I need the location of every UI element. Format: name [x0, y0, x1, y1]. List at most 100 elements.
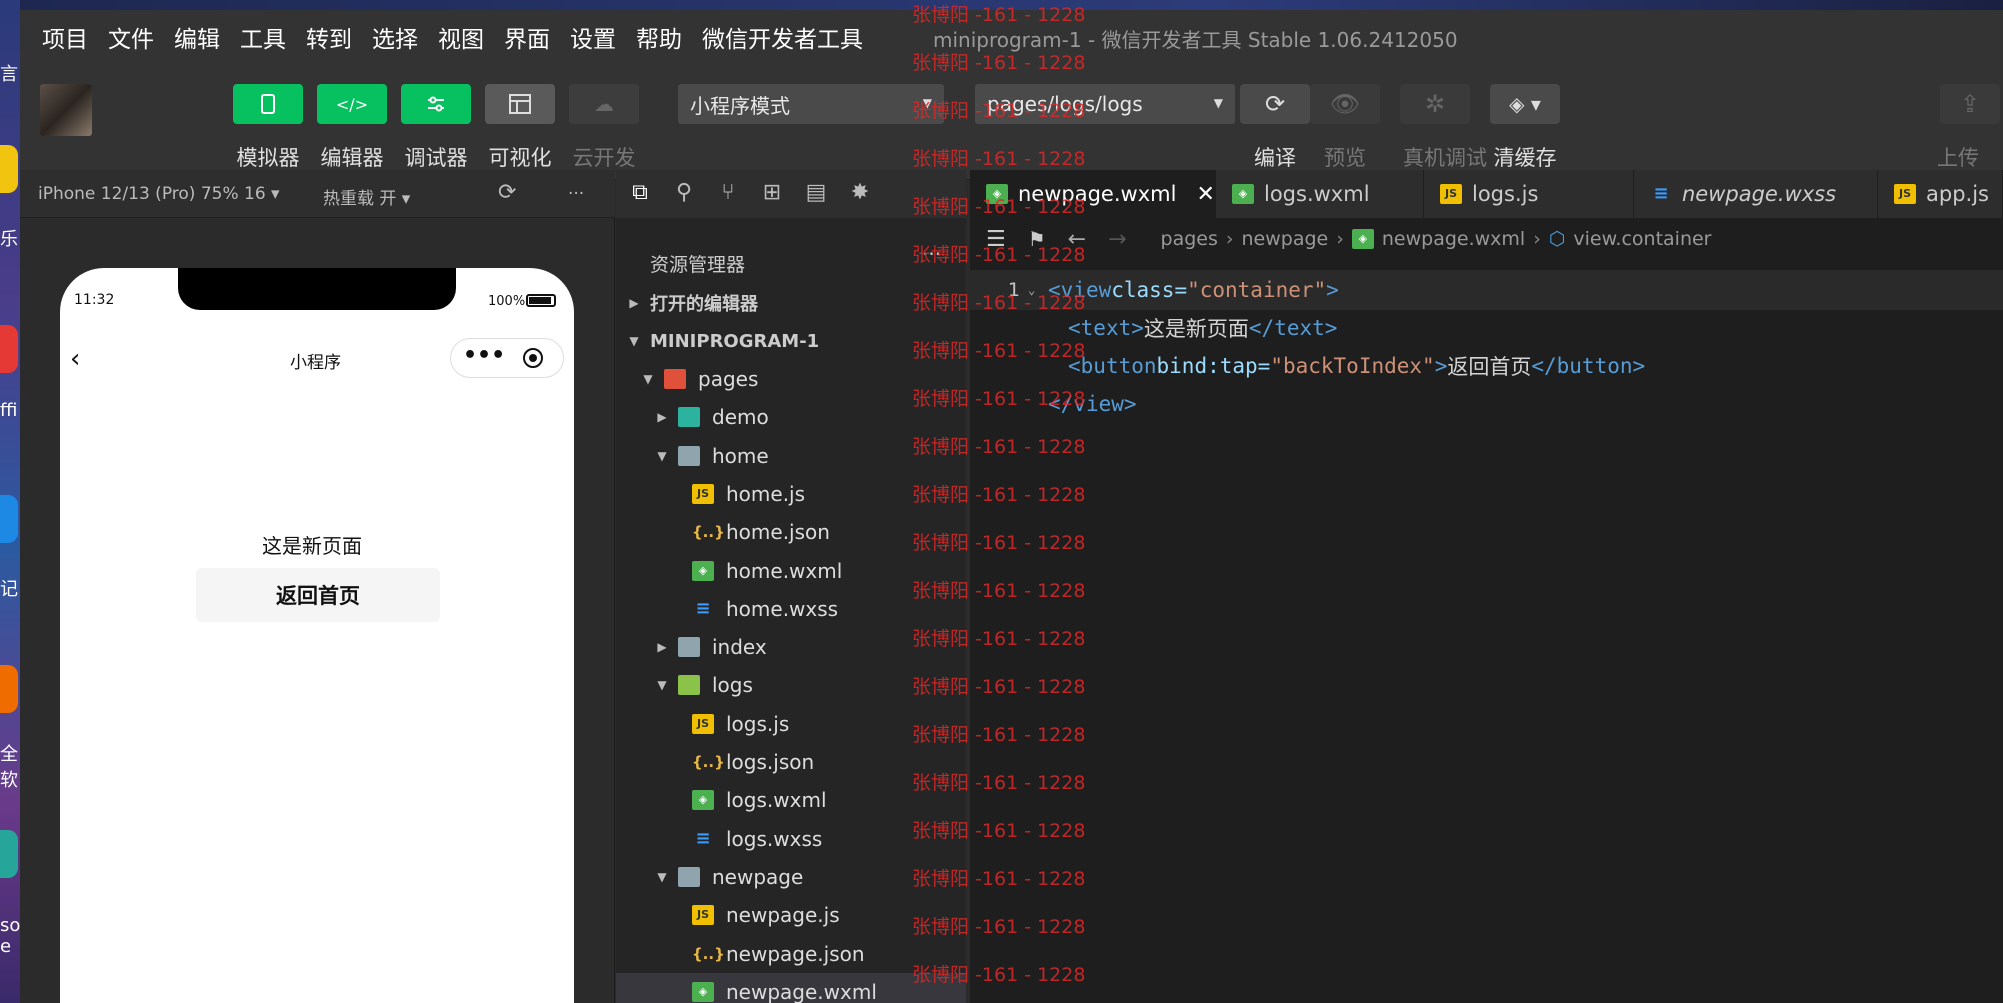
open-editors-section[interactable]: ▶ 打开的编辑器 — [616, 284, 966, 322]
tree-folder[interactable]: ▼ home — [616, 437, 966, 475]
tree-file[interactable]: ◈ newpage.wxml — [616, 972, 966, 1003]
tree-file[interactable]: {..} logs.json — [616, 743, 966, 781]
tree-folder[interactable]: ▼ newpage — [616, 858, 966, 896]
code-token: view — [1073, 392, 1124, 416]
tree-file[interactable]: ≡ logs.wxss — [616, 820, 966, 858]
bug-icon: ✲ — [1424, 90, 1446, 118]
tab-newpage-wxml[interactable]: ◈ newpage.wxml ✕ — [970, 170, 1216, 218]
tree-folder[interactable]: ▶ demo — [616, 398, 966, 436]
search-icon[interactable]: ⚲ — [670, 180, 698, 208]
tree-file[interactable]: ≡ home.wxss — [616, 590, 966, 628]
js-file-icon: JS — [1894, 184, 1916, 204]
menu-view[interactable]: 视图 — [438, 20, 484, 54]
tree-folder[interactable]: ▶ index — [616, 628, 966, 666]
simulator-pane: iPhone 12/13 (Pro) 75% 16 ▾ 热重载 开 ▾ ⟳ ··… — [20, 170, 615, 1003]
files-icon[interactable]: ⧉ — [626, 180, 654, 208]
real-device-debug-button[interactable]: ✲ — [1400, 84, 1470, 124]
tree-file[interactable]: {..} home.json — [616, 513, 966, 551]
desktop-app-icon[interactable] — [0, 145, 18, 193]
code-token: text — [1274, 316, 1325, 340]
chevron-right-icon: › — [1533, 228, 1541, 250]
code-line[interactable]: </view > — [970, 384, 2003, 424]
code-token: </ — [1048, 392, 1074, 416]
code-token: button — [1080, 354, 1157, 378]
code-line[interactable]: < text > 这是新页面 </text > — [970, 308, 2003, 348]
tab-label: newpage.wxml — [1018, 182, 1177, 206]
close-icon[interactable]: ✕ — [1196, 182, 1214, 207]
folder-icon — [664, 369, 686, 389]
section-label: 打开的编辑器 — [650, 294, 758, 315]
project-section[interactable]: ▼ MINIPROGRAM-1 — [616, 322, 966, 360]
source-control-icon[interactable]: ⑂ — [714, 180, 742, 208]
breadcrumb-item[interactable]: newpage.wxml — [1382, 228, 1525, 250]
cloud-dev-button[interactable]: ☁ — [569, 84, 639, 124]
tree-label: demo — [712, 405, 769, 430]
more-dots-icon[interactable]: ••• — [463, 343, 505, 368]
fold-chevron-icon[interactable]: ⌄ — [1028, 283, 1048, 297]
nav-forward-icon[interactable]: → — [1108, 227, 1126, 252]
menu-edit[interactable]: 编辑 — [174, 20, 220, 54]
explorer-more-button[interactable]: ··· — [922, 242, 941, 266]
menu-project[interactable]: 项目 — [42, 20, 88, 54]
menu-help[interactable]: 帮助 — [636, 20, 682, 54]
page-select[interactable]: pages/logs/logs ▼ — [975, 84, 1235, 124]
more-options-button[interactable]: ··· — [568, 184, 584, 204]
tab-app-js[interactable]: JS app.js — [1878, 170, 2003, 218]
capsule-menu[interactable]: ••• — [450, 338, 564, 378]
editor-toggle-button[interactable]: </> — [317, 84, 387, 124]
hot-reload-select[interactable]: 热重载 开 ▾ — [323, 184, 410, 209]
phone-icon — [261, 94, 275, 114]
code-line[interactable]: < button bind:tap= "backToIndex" > 返回首页 </but… — [970, 346, 2003, 386]
tab-logs-wxml[interactable]: ◈ logs.wxml — [1216, 170, 1424, 218]
folder-icon — [678, 637, 700, 658]
back-arrow-icon[interactable]: ‹ — [70, 344, 80, 374]
tree-file[interactable]: JS home.js — [616, 475, 966, 513]
tab-newpage-wxss[interactable]: ≡ newpage.wxss — [1634, 170, 1878, 218]
debugger-toggle-button[interactable] — [401, 84, 471, 124]
breadcrumb-item[interactable]: pages — [1161, 228, 1218, 250]
rotate-icon[interactable]: ⟳ — [498, 180, 516, 205]
close-miniprogram-icon[interactable] — [523, 348, 543, 368]
desktop-app-icon[interactable] — [0, 665, 18, 713]
upload-button[interactable]: ⇪ — [1940, 84, 2000, 124]
menu-tools[interactable]: 工具 — [240, 20, 286, 54]
tab-logs-js[interactable]: JS logs.js — [1424, 170, 1634, 218]
breadcrumb-item[interactable]: view.container — [1573, 228, 1711, 250]
preview-button[interactable]: 👁 — [1310, 84, 1380, 124]
bookmark-icon[interactable]: ⚑ — [1028, 227, 1046, 251]
tree-file[interactable]: {..} newpage.json — [616, 935, 966, 973]
outline-icon[interactable]: ☰ — [986, 227, 1006, 252]
clear-cache-button[interactable]: ◈ ▾ — [1490, 84, 1560, 124]
code-line[interactable]: 1 ⌄ < view class= "container" > — [970, 270, 2003, 310]
menu-devtools[interactable]: 微信开发者工具 — [702, 20, 863, 54]
menu-file[interactable]: 文件 — [108, 20, 154, 54]
breadcrumb-item[interactable]: newpage — [1242, 228, 1329, 250]
menu-settings[interactable]: 设置 — [570, 20, 616, 54]
tree-folder[interactable]: ▼ logs — [616, 666, 966, 704]
folder-icon — [678, 675, 700, 696]
menu-interface[interactable]: 界面 — [504, 20, 550, 54]
visual-toggle-button[interactable] — [485, 84, 555, 124]
device-select[interactable]: iPhone 12/13 (Pro) 75% 16 ▾ — [38, 184, 280, 204]
back-to-index-button[interactable]: 返回首页 — [196, 568, 440, 622]
tree-file[interactable]: JS newpage.js — [616, 896, 966, 934]
compile-button[interactable]: ⟳ — [1240, 84, 1310, 124]
extensions-icon[interactable]: ⊞ — [758, 180, 786, 208]
tree-file[interactable]: ◈ logs.wxml — [616, 781, 966, 819]
nav-back-icon[interactable]: ← — [1068, 227, 1086, 252]
tree-folder[interactable]: ▼ pages — [616, 360, 966, 398]
desktop-app-icon[interactable] — [0, 325, 18, 373]
tree-file[interactable]: JS logs.js — [616, 705, 966, 743]
desktop-app-icon[interactable] — [0, 495, 18, 543]
mode-select[interactable]: 小程序模式 ▼ — [678, 84, 944, 124]
menu-select[interactable]: 选择 — [372, 20, 418, 54]
simulator-label: 模拟器 — [236, 146, 300, 170]
desktop-app-icon[interactable] — [0, 830, 18, 878]
menu-goto[interactable]: 转到 — [306, 20, 352, 54]
tree-file[interactable]: ◈ home.wxml — [616, 552, 966, 590]
archive-icon[interactable]: ▤ — [802, 180, 830, 208]
debug-icon[interactable]: ✸ — [846, 180, 874, 208]
avatar[interactable] — [40, 84, 92, 136]
code-token: 返回首页 — [1447, 355, 1532, 379]
simulator-toggle-button[interactable] — [233, 84, 303, 124]
